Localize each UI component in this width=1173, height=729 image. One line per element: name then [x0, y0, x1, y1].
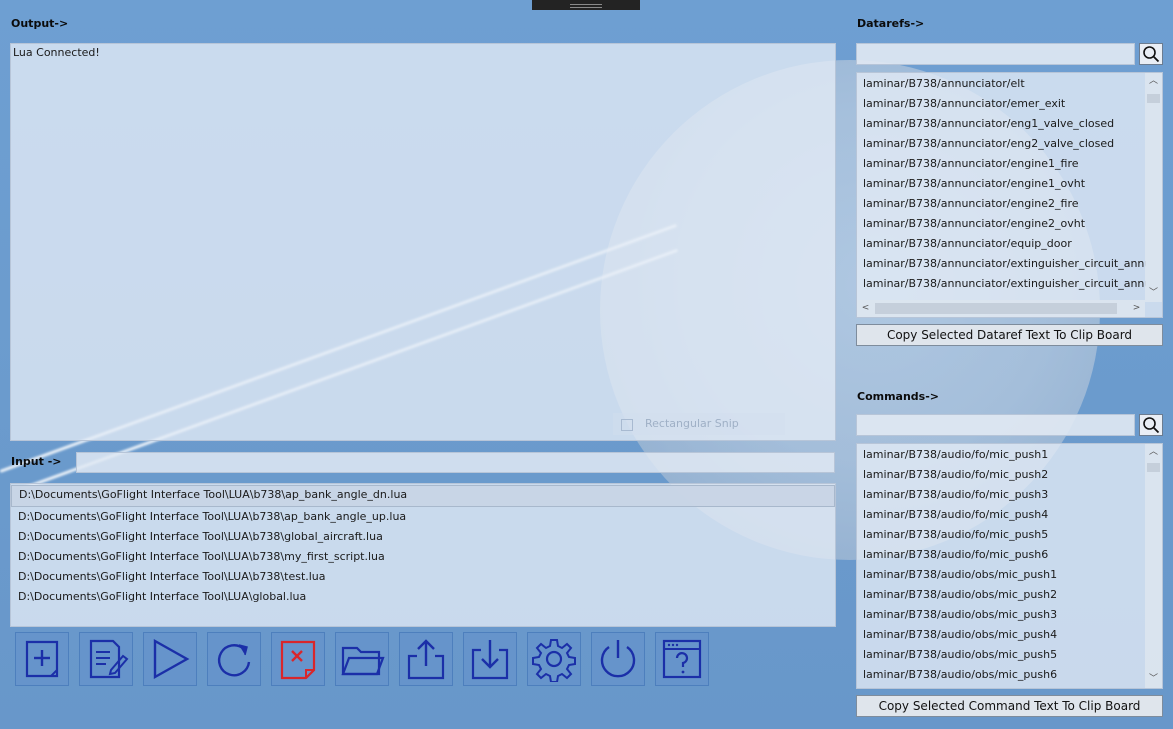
command-list-item[interactable]: laminar/B738/audio/obs/mic_push2: [857, 585, 1146, 605]
command-list-item[interactable]: laminar/B738/audio/fo/mic_push4: [857, 505, 1146, 525]
scroll-left-icon[interactable]: <: [857, 300, 874, 317]
dataref-search-button[interactable]: [1139, 43, 1163, 65]
edit-file-button[interactable]: [79, 632, 133, 686]
dataref-list-item[interactable]: laminar/B738/annunciator/engine1_ovht: [857, 174, 1146, 194]
dataref-list-item[interactable]: laminar/B738/annunciator/extinguisher_ci…: [857, 254, 1146, 274]
command-list-item[interactable]: laminar/B738/audio/fo/mic_push2: [857, 465, 1146, 485]
snip-watermark: Rectangular Snip: [613, 413, 785, 435]
command-list-item[interactable]: laminar/B738/audio/obs/mic_push6: [857, 665, 1146, 685]
help-window-button[interactable]: [655, 632, 709, 686]
scroll-up-icon[interactable]: ︿: [1145, 444, 1162, 461]
new-file-icon: [25, 640, 59, 678]
open-folder-button[interactable]: [335, 632, 389, 686]
file-list-item[interactable]: D:\Documents\GoFlight Interface Tool\LUA…: [11, 587, 835, 607]
open-folder-icon: [341, 646, 385, 676]
file-list-item[interactable]: D:\Documents\GoFlight Interface Tool\LUA…: [11, 547, 835, 567]
delete-file-icon: [280, 640, 316, 680]
settings-gear-button[interactable]: [527, 632, 581, 686]
command-list-item[interactable]: laminar/B738/audio/fo/mic_push5: [857, 525, 1146, 545]
dataref-list-item[interactable]: laminar/B738/annunciator/engine2_ovht: [857, 214, 1146, 234]
dataref-search-input[interactable]: [856, 43, 1135, 65]
edit-file-icon: [89, 639, 129, 679]
dataref-list-item[interactable]: laminar/B738/annunciator/emer_exit: [857, 94, 1146, 114]
command-list[interactable]: laminar/B738/audio/fo/mic_push1 laminar/B…: [856, 443, 1163, 689]
scroll-down-icon[interactable]: ﹀: [1145, 285, 1162, 302]
dataref-list-item[interactable]: laminar/B738/annunciator/engine1_fire: [857, 154, 1146, 174]
new-file-button[interactable]: [15, 632, 69, 686]
datarefs-label: Datarefs->: [857, 17, 925, 30]
command-list-item[interactable]: laminar/B738/audio/obs/mic_push3: [857, 605, 1146, 625]
dataref-horizontal-scrollbar[interactable]: < >: [857, 300, 1145, 317]
dataref-vertical-scrollbar[interactable]: ︿ ﹀: [1145, 73, 1162, 302]
snip-icon: [621, 419, 633, 431]
upload-button[interactable]: [399, 632, 453, 686]
command-vertical-scrollbar[interactable]: ︿ ﹀: [1145, 444, 1162, 688]
output-label: Output->: [11, 17, 69, 30]
dataref-list-item[interactable]: laminar/B738/annunciator/equip_door: [857, 234, 1146, 254]
power-button[interactable]: [591, 632, 645, 686]
scroll-up-icon[interactable]: ︿: [1145, 73, 1162, 90]
window-drag-handle[interactable]: [532, 0, 640, 10]
output-panel: [10, 43, 836, 441]
reload-button[interactable]: [207, 632, 261, 686]
copy-command-button[interactable]: Copy Selected Command Text To Clip Board: [856, 695, 1163, 717]
file-list-item[interactable]: D:\Documents\GoFlight Interface Tool\LUA…: [11, 485, 835, 507]
download-icon: [471, 640, 509, 680]
upload-icon: [407, 639, 445, 680]
search-icon: [1143, 46, 1160, 63]
dataref-list-item[interactable]: laminar/B738/annunciator/elt: [857, 74, 1146, 94]
power-icon: [600, 640, 636, 678]
file-list-item[interactable]: D:\Documents\GoFlight Interface Tool\LUA…: [11, 507, 835, 527]
scroll-down-icon[interactable]: ﹀: [1145, 671, 1162, 688]
settings-gear-icon: [532, 639, 576, 682]
dataref-list-item[interactable]: laminar/B738/annunciator/eng1_valve_clos…: [857, 114, 1146, 134]
play-button[interactable]: [143, 632, 197, 686]
delete-file-button[interactable]: [271, 632, 325, 686]
file-list-item[interactable]: D:\Documents\GoFlight Interface Tool\LUA…: [11, 527, 835, 547]
scroll-thumb[interactable]: [875, 303, 1117, 314]
search-icon: [1143, 417, 1160, 434]
scroll-right-icon[interactable]: >: [1128, 300, 1145, 317]
commands-label: Commands->: [857, 390, 940, 403]
command-list-item[interactable]: laminar/B738/audio/obs/mic_push4: [857, 625, 1146, 645]
dataref-list[interactable]: laminar/B738/annunciator/elt laminar/B738…: [856, 72, 1163, 318]
file-list-item[interactable]: D:\Documents\GoFlight Interface Tool\LUA…: [11, 567, 835, 587]
scroll-thumb[interactable]: [1147, 94, 1160, 103]
input-label: Input ->: [11, 455, 62, 468]
play-icon: [153, 638, 190, 680]
scroll-thumb[interactable]: [1147, 463, 1160, 472]
command-search-input[interactable]: [856, 414, 1135, 436]
command-list-item[interactable]: laminar/B738/audio/fo/mic_push6: [857, 545, 1146, 565]
output-text: Lua Connected!: [13, 46, 100, 59]
dataref-list-item[interactable]: laminar/B738/annunciator/extinguisher_ci…: [857, 274, 1146, 294]
command-search-button[interactable]: [1139, 414, 1163, 436]
snip-text: Rectangular Snip: [645, 417, 739, 430]
help-window-icon: [662, 639, 702, 679]
download-button[interactable]: [463, 632, 517, 686]
input-field[interactable]: [76, 452, 835, 473]
reload-icon: [217, 644, 251, 677]
script-file-list[interactable]: D:\Documents\GoFlight Interface Tool\LUA…: [10, 483, 836, 627]
command-list-item[interactable]: laminar/B738/audio/obs/mic_push1: [857, 565, 1146, 585]
copy-dataref-button[interactable]: Copy Selected Dataref Text To Clip Board: [856, 324, 1163, 346]
command-list-item[interactable]: laminar/B738/audio/obs/mic_push5: [857, 645, 1146, 665]
command-list-item[interactable]: laminar/B738/audio/fo/mic_push3: [857, 485, 1146, 505]
dataref-list-item[interactable]: laminar/B738/annunciator/eng2_valve_clos…: [857, 134, 1146, 154]
dataref-list-item[interactable]: laminar/B738/annunciator/engine2_fire: [857, 194, 1146, 214]
toolbar: [15, 632, 709, 686]
command-list-item[interactable]: laminar/B738/audio/fo/mic_push1: [857, 445, 1146, 465]
